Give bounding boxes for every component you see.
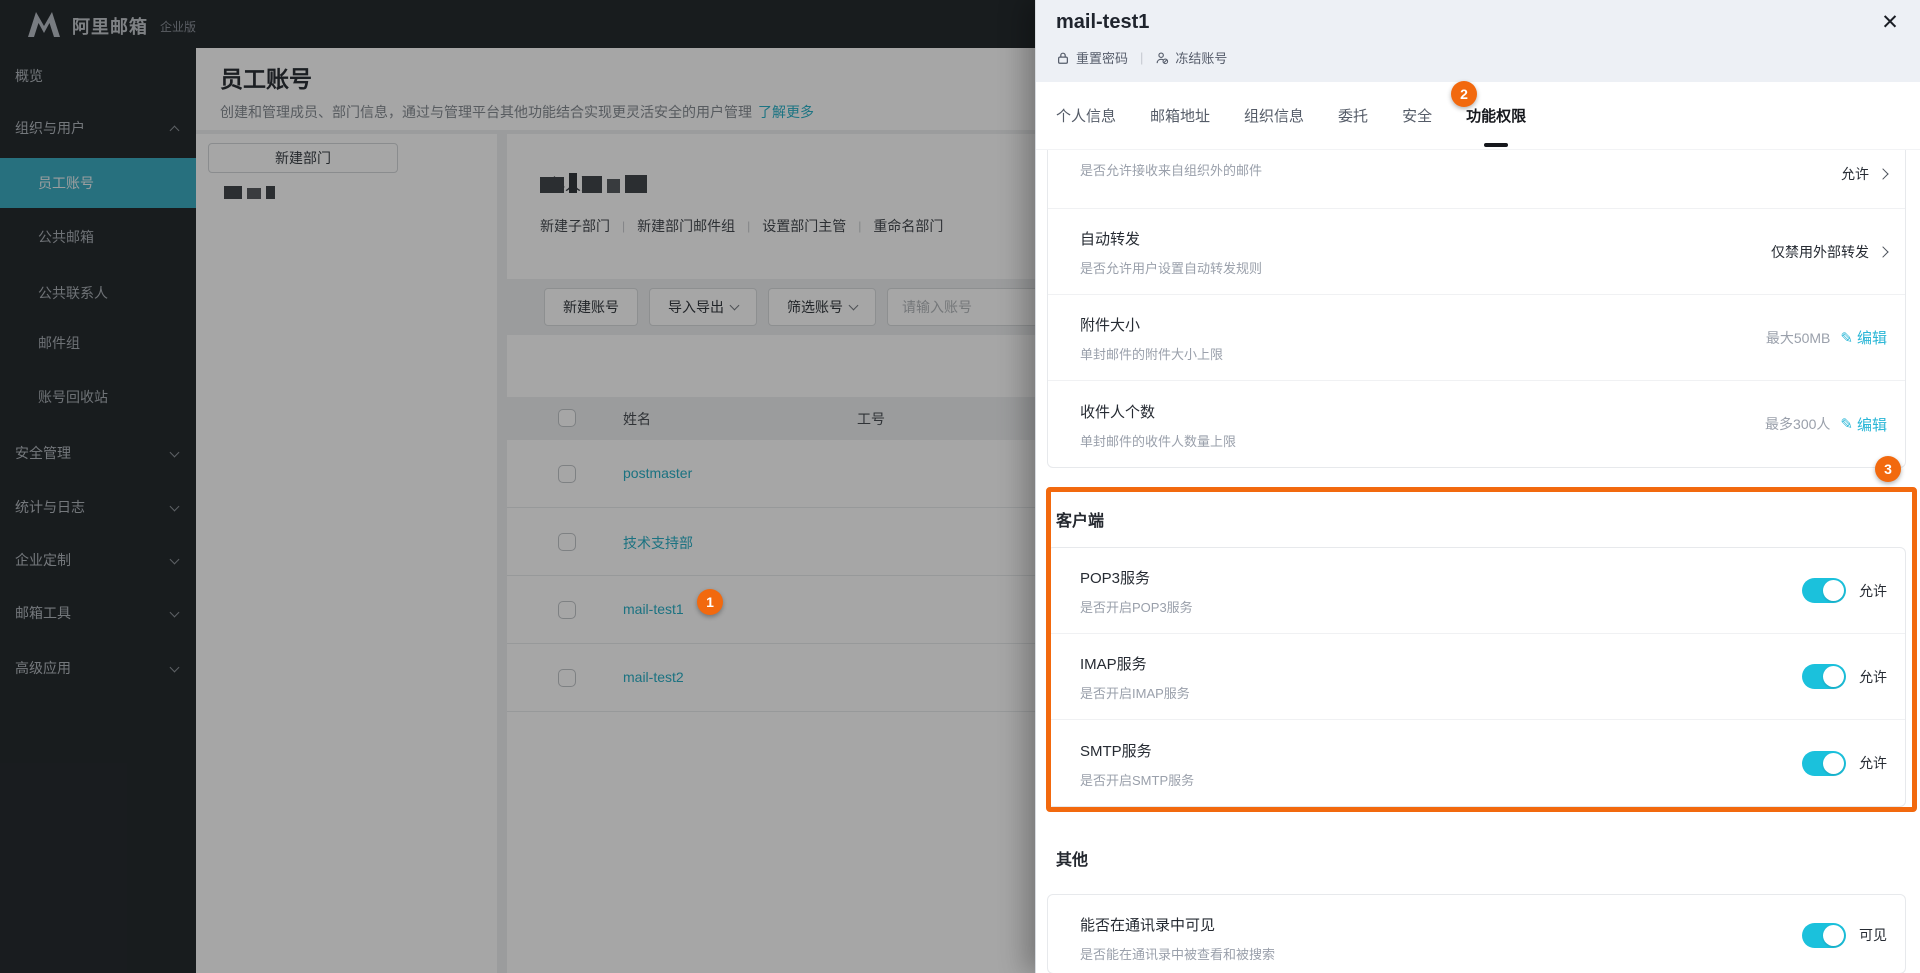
tab-mail-address[interactable]: 邮箱地址: [1150, 82, 1210, 150]
pencil-icon: ✎: [1840, 329, 1853, 347]
panel-tabs: 个人信息 邮箱地址 组织信息 委托 安全 功能权限: [1036, 82, 1920, 150]
client-services-card: POP3服务 是否开启POP3服务 允许 IMAP服务 是否开启IMAP服务 允…: [1047, 547, 1906, 807]
smtp-toggle[interactable]: [1802, 750, 1846, 776]
setting-row-external-mail[interactable]: 是否允许接收来自组织外的邮件 允许: [1048, 150, 1905, 209]
setting-value: 最大50MB: [1765, 329, 1831, 346]
edit-recipient-count-link[interactable]: ✎ 编辑: [1840, 414, 1887, 435]
toggle-label: 允许: [1859, 582, 1887, 599]
lock-icon: [1056, 51, 1070, 65]
setting-value: 允许: [1841, 166, 1869, 182]
annotation-badge-1: 1: [697, 589, 723, 615]
pop3-toggle[interactable]: [1802, 578, 1846, 603]
panel-header: mail-test1 ✕ 重置密码 | 冻结账号: [1036, 0, 1920, 82]
setting-subtitle: 是否开启IMAP服务: [1080, 686, 1190, 701]
edit-attachment-size-link[interactable]: ✎ 编辑: [1840, 327, 1887, 348]
panel-content: 是否允许接收来自组织外的邮件 允许 自动转发 是否允许用户设置自动转发规则 仅禁…: [1036, 150, 1920, 973]
tab-delegation[interactable]: 委托: [1338, 82, 1368, 150]
setting-row-smtp: SMTP服务 是否开启SMTP服务 允许: [1048, 720, 1905, 806]
other-settings-card: 能否在通讯录中可见 是否能在通讯录中被查看和被搜索 可见: [1047, 894, 1906, 973]
setting-title: 自动转发: [1080, 231, 1141, 248]
setting-row-imap: IMAP服务 是否开启IMAP服务 允许: [1048, 634, 1905, 720]
app-window: 阿里邮箱 企业版 概览 组织与用户 员工账号 公共邮箱 公共联系人 邮件组 账号…: [0, 0, 1920, 973]
setting-subtitle: 是否允许用户设置自动转发规则: [1080, 261, 1263, 276]
pencil-icon: ✎: [1840, 416, 1853, 433]
setting-title: POP3服务: [1080, 570, 1151, 587]
section-header-client: 客户端: [1056, 513, 1105, 530]
freeze-account-button[interactable]: 冻结账号: [1155, 48, 1227, 67]
tab-security[interactable]: 安全: [1402, 82, 1432, 150]
setting-subtitle: 是否允许接收来自组织外的邮件: [1080, 162, 1263, 178]
setting-value: 最多300人: [1765, 416, 1831, 432]
directory-visible-toggle[interactable]: [1802, 922, 1846, 948]
setting-title: 附件大小: [1080, 317, 1141, 334]
freeze-user-icon: [1155, 51, 1169, 65]
setting-title: 收件人个数: [1080, 403, 1156, 421]
reset-password-button[interactable]: 重置密码: [1056, 48, 1128, 67]
setting-subtitle: 是否开启SMTP服务: [1080, 772, 1195, 788]
annotation-badge-2: 2: [1451, 81, 1477, 107]
annotation-badge-3: 3: [1875, 456, 1901, 482]
setting-row-directory-visible: 能否在通讯录中可见 是否能在通讯录中被查看和被搜索 可见: [1048, 895, 1905, 973]
setting-subtitle: 是否能在通讯录中被查看和被搜索: [1080, 946, 1276, 962]
modal-dim-overlay[interactable]: [0, 0, 1035, 973]
setting-row-auto-forward[interactable]: 自动转发 是否允许用户设置自动转发规则 仅禁用外部转发: [1048, 209, 1905, 295]
tab-personal-info[interactable]: 个人信息: [1056, 82, 1116, 150]
setting-title: IMAP服务: [1080, 656, 1147, 673]
imap-toggle[interactable]: [1802, 664, 1846, 689]
setting-row-recipient-count: 收件人个数 单封邮件的收件人数量上限 最多300人 ✎ 编辑: [1048, 381, 1905, 467]
setting-title: 能否在通讯录中可见: [1080, 916, 1216, 934]
tab-org-info[interactable]: 组织信息: [1244, 82, 1304, 150]
close-icon[interactable]: ✕: [1874, 6, 1906, 38]
setting-row-attachment-size: 附件大小 单封邮件的附件大小上限 最大50MB ✎ 编辑: [1048, 295, 1905, 381]
setting-subtitle: 单封邮件的附件大小上限: [1080, 347, 1224, 362]
setting-row-pop3: POP3服务 是否开启POP3服务 允许: [1048, 548, 1905, 634]
panel-actions: 重置密码 | 冻结账号: [1056, 48, 1227, 67]
setting-subtitle: 是否开启POP3服务: [1080, 600, 1193, 615]
setting-title: SMTP服务: [1080, 742, 1152, 760]
panel-title: mail-test1: [1056, 11, 1150, 33]
toggle-label: 可见: [1859, 927, 1887, 943]
account-detail-panel: mail-test1 ✕ 重置密码 | 冻结账号 个人信息 邮箱地址 组织信息 …: [1035, 0, 1920, 973]
toggle-label: 允许: [1859, 668, 1887, 685]
chevron-right-icon: [1877, 245, 1889, 258]
toggle-label: 允许: [1859, 755, 1887, 771]
setting-subtitle: 单封邮件的收件人数量上限: [1080, 433, 1237, 449]
setting-value: 仅禁用外部转发: [1771, 243, 1869, 260]
chevron-right-icon: [1877, 168, 1889, 180]
section-header-other: 其他: [1056, 852, 1089, 869]
permissions-card: 是否允许接收来自组织外的邮件 允许 自动转发 是否允许用户设置自动转发规则 仅禁…: [1047, 150, 1906, 468]
